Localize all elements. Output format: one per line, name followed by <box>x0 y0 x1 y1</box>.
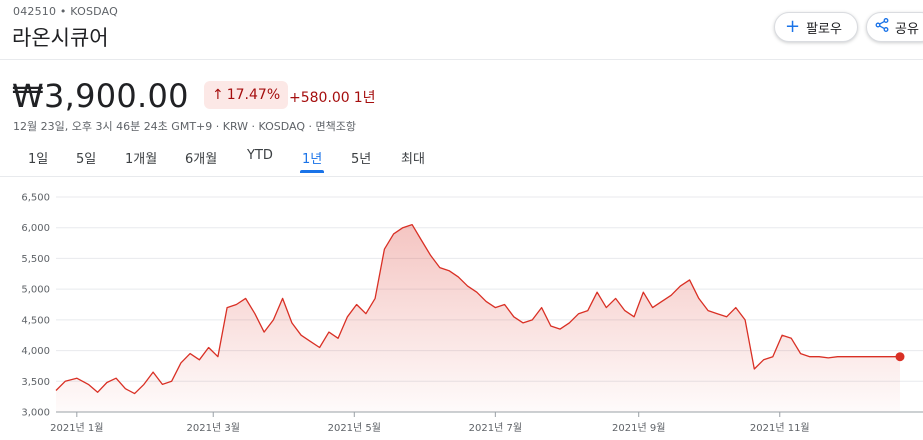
plus-icon: + <box>785 16 801 37</box>
y-tick-label: 6,000 <box>21 223 50 234</box>
y-tick-label: 3,000 <box>21 408 50 419</box>
tabs-divider <box>0 176 923 177</box>
share-label: 공유 <box>895 21 919 37</box>
tab-max[interactable]: 최대 <box>401 148 425 167</box>
change-percent: 17.47% <box>226 87 281 103</box>
tab-6m[interactable]: 6개월 <box>185 148 217 167</box>
tab-5d[interactable]: 5일 <box>76 148 96 167</box>
x-tick-label: 2021년 1월 <box>50 422 103 434</box>
change-amount-group: +580.00 1년 <box>289 87 380 107</box>
x-tick-label: 2021년 7월 <box>469 422 522 434</box>
y-tick-label: 3,500 <box>21 377 50 388</box>
share-button[interactable]: 공유 <box>866 12 923 42</box>
current-price: ₩3,900.00 <box>12 77 189 115</box>
y-tick-label: 6,500 <box>21 193 50 204</box>
price-area <box>56 224 900 412</box>
tab-1m[interactable]: 1개월 <box>125 148 157 167</box>
y-axis-labels: 3,000 3,500 4,000 4,500 5,000 5,500 6,000 6,500 <box>21 193 50 419</box>
company-name: 라온시큐어 <box>12 26 109 50</box>
follow-button[interactable]: + 팔로우 <box>774 12 858 42</box>
change-period: 1년 <box>353 90 376 106</box>
share-icon <box>875 18 889 36</box>
x-tick-label: 2021년 9월 <box>612 422 665 434</box>
arrow-up-icon: ↑ <box>212 87 224 103</box>
quote-meta: 12월 23일, 오후 3시 46분 24초 GMT+9 · KRW · KOS… <box>13 120 357 133</box>
last-price-marker <box>895 352 905 362</box>
y-tick-label: 4,000 <box>21 346 50 357</box>
x-tick-label: 2021년 3월 <box>187 422 240 434</box>
y-tick-label: 5,500 <box>21 254 50 265</box>
tab-1d[interactable]: 1일 <box>28 148 48 167</box>
tab-1y[interactable]: 1년 <box>302 148 322 167</box>
ticker-symbol: 042510 • KOSDAQ <box>13 5 118 18</box>
y-tick-label: 5,000 <box>21 285 50 296</box>
change-amount: +580.00 <box>289 90 350 106</box>
tab-5y[interactable]: 5년 <box>351 148 371 167</box>
x-tick-label: 2021년 5월 <box>328 422 381 434</box>
y-tick-label: 4,500 <box>21 315 50 326</box>
x-tick-label: 2021년 11월 <box>750 422 810 434</box>
price-chart[interactable]: 3,000 3,500 4,000 4,500 5,000 5,500 6,000 6,500… <box>0 180 923 440</box>
header-divider <box>0 59 923 60</box>
tab-ytd[interactable]: YTD <box>247 148 273 163</box>
x-axis: 2021년 1월 2021년 3월 2021년 5월 2021년 7월 2021년 9월… <box>50 411 923 434</box>
change-percent-badge: ↑ 17.47% <box>204 81 289 109</box>
follow-label: 팔로우 <box>806 21 842 37</box>
active-tab-indicator <box>300 170 324 173</box>
